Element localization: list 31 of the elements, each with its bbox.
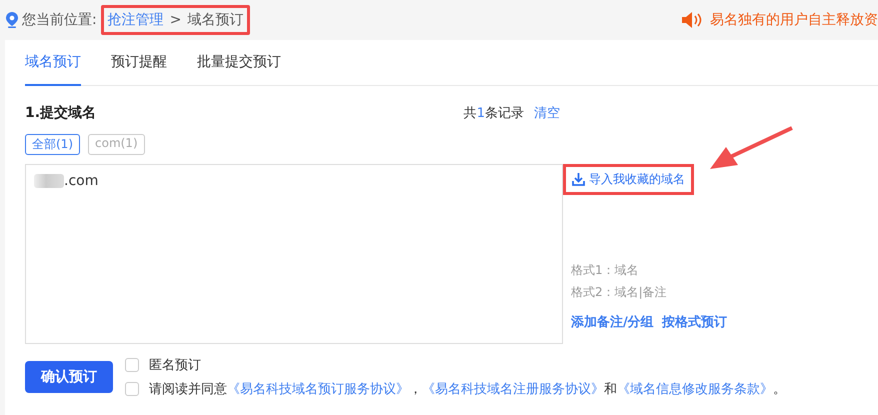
agreement-link[interactable]: 《易名科技域名注册服务协议》 (422, 382, 604, 397)
location-pin-icon (6, 12, 18, 28)
breadcrumb-label: 您当前位置: (22, 11, 97, 29)
action-link[interactable]: 添加备注/分组 (571, 313, 654, 331)
filter-tag[interactable]: 全部(1) (25, 134, 80, 155)
action-link[interactable]: 按格式预订 (662, 313, 727, 331)
domain-text: .com (64, 173, 98, 189)
checkbox[interactable] (125, 382, 139, 396)
clear-link[interactable]: 清空 (534, 104, 560, 122)
tab[interactable]: 批量提交预订 (197, 40, 281, 86)
tab[interactable]: 预订提醒 (111, 40, 167, 86)
agreement-link[interactable]: 《易名科技域名预订服务协议》 (227, 382, 409, 397)
checkbox[interactable] (125, 358, 139, 372)
filter-tag[interactable]: com(1) (88, 134, 145, 155)
tab[interactable]: 域名预订 (25, 40, 81, 86)
breadcrumb-separator: > (170, 12, 182, 28)
format-hint: 格式1：域名 (571, 262, 640, 279)
import-favorites-link[interactable]: 导入我收藏的域名 (563, 164, 694, 195)
speaker-icon (682, 12, 702, 28)
agreement-link[interactable]: 《域名信息修改服务条款》 (617, 382, 773, 397)
checkbox-label[interactable]: 匿名预订 (149, 356, 201, 374)
domain-input-field[interactable]: .com (25, 164, 563, 344)
section-title: 1.提交域名 (25, 104, 96, 122)
confirm-button[interactable]: 确认预订 (25, 361, 113, 393)
breadcrumb-link[interactable]: 抢注管理 (108, 11, 164, 29)
notice-text[interactable]: 易名独有的用户自主释放资 (710, 11, 878, 29)
breadcrumb-current: 域名预订 (187, 11, 244, 29)
format-hint: 格式2：域名|备注 (571, 284, 668, 301)
agreement-text: 请阅读并同意《易名科技域名预订服务协议》，《易名科技域名注册服务协议》和《域名信息修改服务条款》。 (149, 381, 786, 398)
record-count: 共1条记录 (464, 105, 524, 122)
download-icon (572, 173, 585, 186)
